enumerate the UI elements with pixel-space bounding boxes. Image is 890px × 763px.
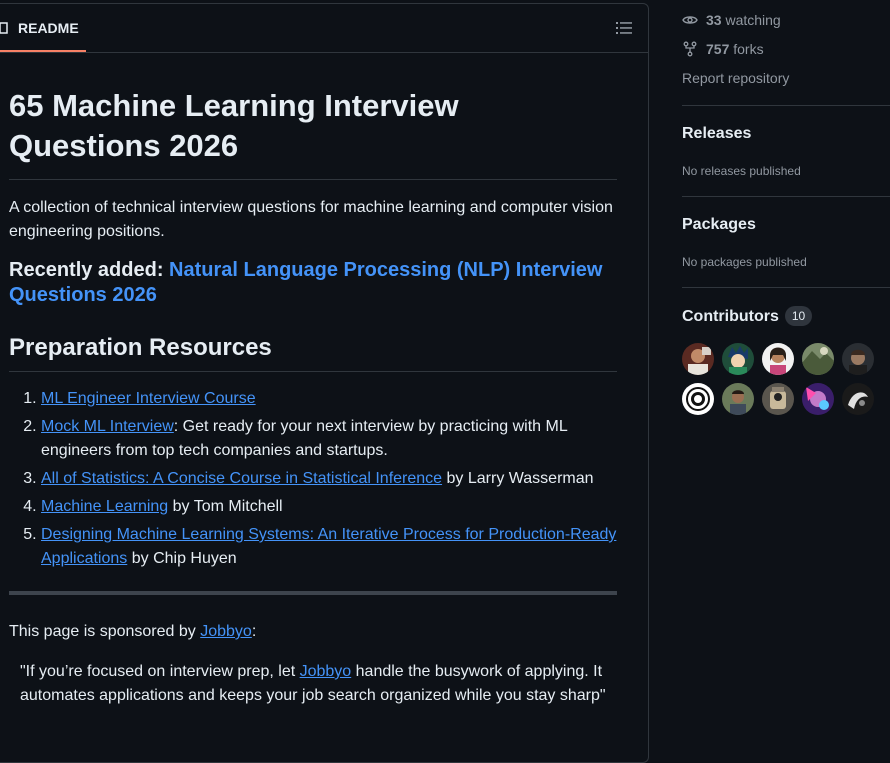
tab-readme[interactable]: README: [0, 4, 86, 52]
book-icon: [0, 22, 8, 34]
list-item: Machine Learning by Tom Mitchell: [41, 495, 617, 519]
avatar[interactable]: [762, 383, 794, 415]
resource-text: by Tom Mitchell: [168, 498, 283, 515]
section-divider: [9, 591, 617, 595]
watching-count: 33: [706, 12, 722, 28]
recently-added-heading: Recently added: Natural Language Process…: [9, 258, 617, 308]
avatar[interactable]: [722, 343, 754, 375]
avatar[interactable]: [802, 343, 834, 375]
avatar[interactable]: [682, 343, 714, 375]
resources-list: ML Engineer Interview Course Mock ML Int…: [9, 387, 617, 571]
resource-link[interactable]: ML Engineer Interview Course: [41, 390, 256, 407]
resource-text: by Chip Huyen: [127, 550, 237, 567]
preparation-resources-heading: Preparation Resources: [9, 333, 617, 372]
releases-note: No releases published: [682, 164, 801, 178]
repo-forked-icon: [683, 41, 697, 57]
avatar[interactable]: [842, 343, 874, 375]
watching-stat[interactable]: 33 watching: [682, 12, 781, 28]
watching-label: watching: [721, 12, 781, 28]
avatar[interactable]: [762, 343, 794, 375]
readme-intro: A collection of technical interview ques…: [9, 199, 613, 240]
jobbyo-link[interactable]: Jobbyo: [200, 623, 252, 640]
sponsor-quote: "If you’re focused on interview prep, le…: [20, 660, 617, 708]
avatar[interactable]: [802, 383, 834, 415]
jobbyo-quote-link[interactable]: Jobbyo: [300, 663, 352, 680]
list-item: Mock ML Interview: Get ready for your ne…: [41, 415, 617, 463]
contributors-label[interactable]: Contributors: [682, 308, 779, 325]
sponsor-prefix: This page is sponsored by: [9, 623, 201, 640]
sponsor-suffix: :: [251, 623, 257, 640]
list-item: ML Engineer Interview Course: [41, 387, 617, 411]
recently-added-label: Recently added:: [9, 259, 164, 281]
sponsor-line: This page is sponsored by Jobbyo:: [9, 620, 617, 644]
avatar[interactable]: [842, 383, 874, 415]
forks-stat[interactable]: 757 forks: [682, 41, 764, 57]
eye-icon: [682, 16, 698, 24]
packages-note: No packages published: [682, 255, 807, 269]
list-item: All of Statistics: A Concise Course in S…: [41, 467, 617, 491]
list-item: Designing Machine Learning Systems: An I…: [41, 523, 617, 571]
report-repository-link[interactable]: Report repository: [682, 70, 789, 86]
avatar[interactable]: [722, 383, 754, 415]
readme-content: 65 Machine Learning Interview Questions …: [9, 52, 617, 708]
resource-link[interactable]: Mock ML Interview: [41, 418, 174, 435]
releases-heading[interactable]: Releases: [682, 125, 751, 143]
contributors-heading: Contributors 10: [682, 306, 813, 326]
readme-title: 65 Machine Learning Interview Questions …: [9, 86, 617, 180]
forks-label: forks: [729, 41, 764, 57]
sidebar-divider: [682, 196, 890, 197]
sidebar-divider: [682, 287, 890, 288]
resource-link[interactable]: All of Statistics: A Concise Course in S…: [41, 470, 442, 487]
forks-count: 757: [706, 41, 730, 57]
resource-link[interactable]: Machine Learning: [41, 498, 168, 515]
contributors-count-badge: 10: [784, 306, 813, 326]
readme-tab-label: README: [18, 20, 79, 36]
list-unordered-icon[interactable]: [616, 21, 632, 35]
sidebar-divider: [682, 105, 890, 106]
packages-heading[interactable]: Packages: [682, 216, 756, 234]
resource-text: by Larry Wasserman: [442, 470, 594, 487]
avatar[interactable]: [682, 383, 714, 415]
readme-header: README: [0, 4, 648, 53]
quote-prefix: "If you’re focused on interview prep, le…: [20, 663, 300, 680]
